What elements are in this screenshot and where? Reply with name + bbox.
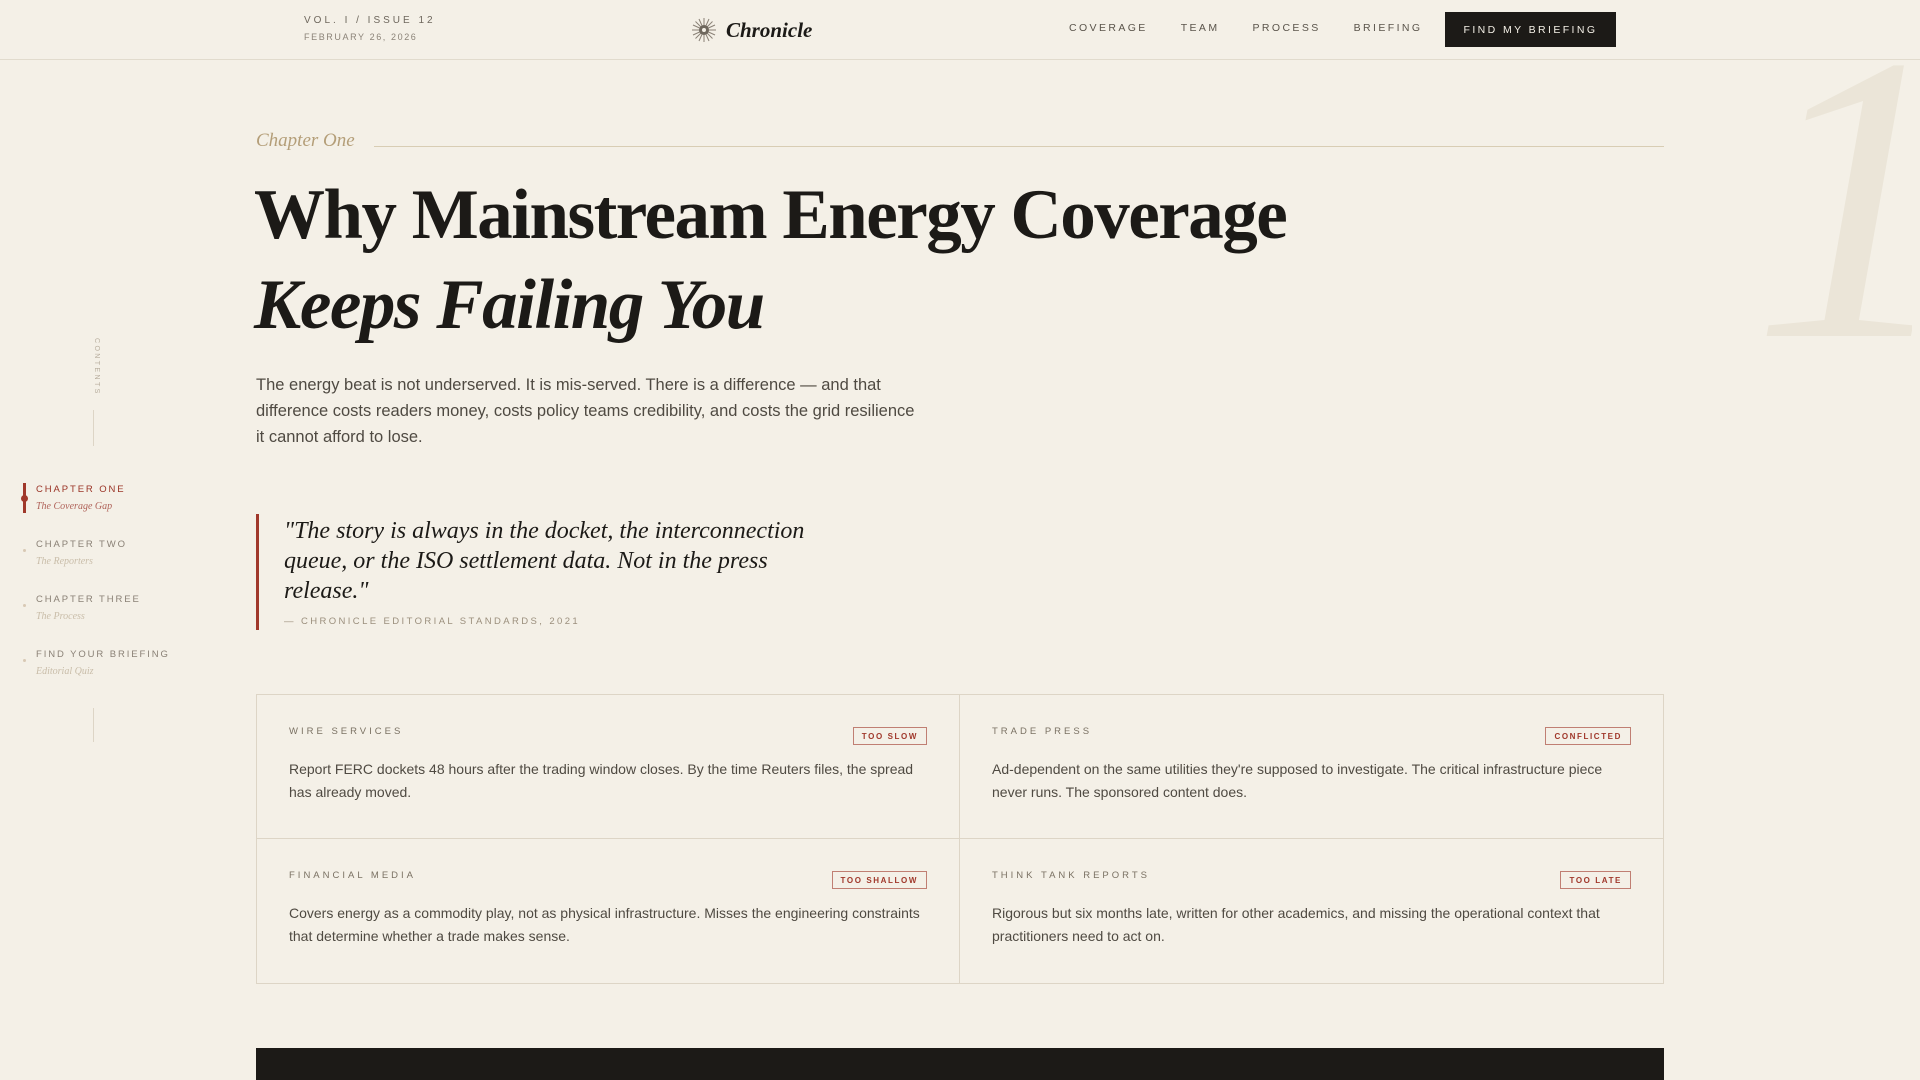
rail-divider-bottom [93, 708, 94, 742]
source-card-financial-media: FINANCIAL MEDIA TOO SHALLOW Covers energ… [257, 839, 960, 983]
source-description: Report FERC dockets 48 hours after the t… [289, 761, 914, 800]
toc-item-chapter-one[interactable]: CHAPTER ONE The Coverage Gap [21, 482, 212, 537]
chapter-rule [374, 146, 1664, 147]
active-marker-icon [21, 483, 28, 513]
contents-label: CONTENTS [93, 338, 100, 396]
toc-item-chapter-two[interactable]: CHAPTER TWO The Reporters [22, 537, 212, 592]
pull-quote: "The story is always in the docket, the … [256, 514, 876, 630]
issue-info: VOL. I / ISSUE 12 FEBRUARY 26, 2026 [304, 15, 436, 42]
toc-item-find-your-briefing[interactable]: FIND YOUR BRIEFING Editorial Quiz [22, 647, 212, 702]
toc-item-title: FIND YOUR BRIEFING [36, 649, 170, 660]
coverage-sources-grid: WIRE SERVICES TOO SLOW Report FERC docke… [256, 694, 1664, 984]
main-nav: COVERAGE TEAM PROCESS BRIEFING [1069, 22, 1422, 34]
source-label: THINK TANK REPORTS [992, 870, 1150, 881]
verdict-badge: TOO SHALLOW [831, 871, 927, 889]
toc-item-chapter-three[interactable]: CHAPTER THREE The Process [22, 592, 212, 647]
source-description: Ad-dependent on the same utilities they'… [992, 761, 1603, 800]
toc-item-subtitle: The Coverage Gap [36, 501, 113, 512]
verdict-badge: TOO LATE [1560, 871, 1631, 889]
quote-attribution: — CHRONICLE EDITORIAL STANDARDS, 2021 [284, 616, 581, 627]
dot-marker-icon [23, 659, 26, 662]
sun-mark-icon [692, 18, 716, 42]
issue-number: VOL. I / ISSUE 12 [304, 15, 436, 26]
find-my-briefing-button[interactable]: FIND MY BRIEFING [1445, 12, 1616, 47]
source-description: Rigorous but six months late, written fo… [992, 905, 1600, 944]
site-header: VOL. I / ISSUE 12 FEBRUARY 26, 2026 Chro… [0, 0, 1920, 60]
toc-item-title: CHAPTER TWO [36, 539, 127, 550]
brand-logo-link[interactable]: Chronicle [690, 16, 812, 44]
rail-divider-top [93, 410, 94, 446]
toc-item-subtitle: The Process [36, 611, 85, 622]
chapter-kicker-row: Chapter One [256, 130, 1664, 156]
chapter-kicker: Chapter One [256, 130, 355, 151]
nav-team[interactable]: TEAM [1181, 22, 1220, 34]
nav-coverage[interactable]: COVERAGE [1069, 22, 1148, 34]
page-title: Why Mainstream Energy Coverage Keeps Fai… [254, 170, 1354, 350]
page: VOL. I / ISSUE 12 FEBRUARY 26, 2026 Chro… [0, 0, 1920, 1080]
chapter-navigation: CHAPTER ONE The Coverage Gap CHAPTER TWO… [21, 482, 212, 702]
quote-text: "The story is always in the docket, the … [284, 518, 805, 604]
dot-marker-icon [23, 549, 26, 552]
chapter-numeral-decoration: 1 [1752, 40, 1912, 340]
source-card-think-tank-reports: THINK TANK REPORTS TOO LATE Rigorous but… [960, 839, 1663, 983]
nav-briefing[interactable]: BRIEFING [1354, 22, 1423, 34]
nav-process[interactable]: PROCESS [1253, 22, 1321, 34]
toc-item-subtitle: The Reporters [36, 556, 93, 567]
lede-paragraph: The energy beat is not underserved. It i… [256, 376, 915, 446]
dot-marker-icon [23, 604, 26, 607]
source-label: TRADE PRESS [992, 726, 1093, 737]
headline-line-1: Why Mainstream Energy Coverage [254, 176, 1288, 254]
issue-date: FEBRUARY 26, 2026 [304, 32, 418, 42]
toc-item-title: CHAPTER ONE [36, 484, 126, 495]
next-section-band [256, 1048, 1664, 1080]
toc-item-subtitle: Editorial Quiz [36, 666, 94, 677]
source-card-trade-press: TRADE PRESS CONFLICTED Ad-dependent on t… [960, 695, 1663, 839]
source-description: Covers energy as a commodity play, not a… [289, 905, 920, 944]
brand-name: Chronicle [726, 17, 813, 42]
verdict-badge: TOO SLOW [852, 727, 927, 745]
source-card-wire-services: WIRE SERVICES TOO SLOW Report FERC docke… [257, 695, 960, 839]
svg-text:1: 1 [1752, 40, 1912, 340]
toc-item-title: CHAPTER THREE [36, 594, 141, 605]
source-label: WIRE SERVICES [289, 726, 404, 737]
headline-line-2: Keeps Failing You [254, 266, 765, 344]
verdict-badge: CONFLICTED [1545, 727, 1631, 745]
